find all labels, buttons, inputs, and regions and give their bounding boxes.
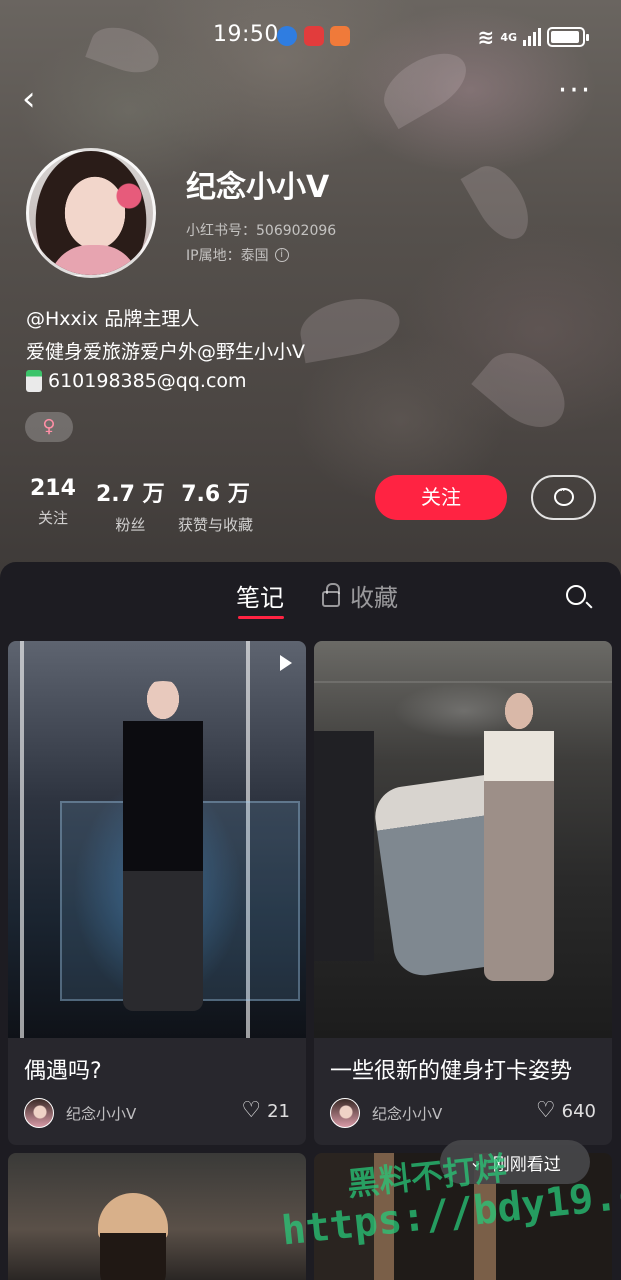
profile-id: 小红书号：506902096 [186, 223, 337, 239]
stat-value: 214 [30, 476, 76, 501]
tab-active-indicator [238, 616, 284, 619]
phone-icon [26, 370, 42, 392]
app-notification-icon [277, 26, 297, 46]
heart-icon: ♡ [535, 1098, 556, 1123]
lock-icon [322, 582, 340, 607]
ip-location-text: IP属地：泰国 [186, 248, 269, 264]
stat-likes-collects[interactable]: 7.6 万 获赞与收藏 [178, 476, 253, 535]
signal-icon [523, 28, 541, 46]
like-count: 640 [561, 1100, 596, 1122]
bio-line: 爱健身爱旅游爱户外@野生小小V [26, 341, 305, 363]
stat-following[interactable]: 214 关注 [30, 476, 76, 528]
search-icon[interactable] [566, 585, 586, 605]
tab-favorites-label: 收藏 [350, 584, 398, 612]
bio-email: 610198385@qq.com [48, 370, 247, 392]
recently-viewed-button[interactable]: ⌄ 刚刚看过 [440, 1140, 590, 1184]
note-cover-image [8, 641, 306, 1038]
profile-name: 纪念小小V [186, 170, 330, 205]
stat-value: 2.7 万 [96, 482, 165, 507]
author-name: 纪念小小V [372, 1104, 443, 1123]
info-icon[interactable]: i [274, 248, 289, 262]
note-author[interactable]: 纪念小小V [330, 1098, 442, 1128]
avatar[interactable] [26, 148, 156, 278]
more-icon: ··· [557, 73, 593, 108]
note-card[interactable] [8, 1153, 306, 1280]
stat-label: 关注 [37, 509, 68, 527]
author-avatar [330, 1098, 360, 1128]
recently-viewed-label: 刚刚看过 [492, 1154, 561, 1175]
stat-label: 粉丝 [115, 516, 146, 534]
status-time: 19:50 [213, 22, 279, 47]
follow-button[interactable]: 关注 [375, 475, 507, 520]
chevron-left-icon: ‹ [22, 79, 36, 119]
app-notification-icon [304, 26, 324, 46]
battery-icon [547, 27, 589, 47]
message-button[interactable] [531, 475, 596, 520]
gender-tag: ♀ [25, 412, 73, 442]
heart-icon: ♡ [241, 1098, 262, 1123]
network-type: 4G [500, 30, 517, 44]
stat-followers[interactable]: 2.7 万 粉丝 [96, 476, 165, 535]
status-bar: 19:50 ≋ 4G [0, 22, 621, 52]
tab-notes[interactable]: 笔记 [236, 578, 284, 613]
author-avatar [24, 1098, 54, 1128]
back-button[interactable]: ‹ [22, 82, 58, 118]
more-options-button[interactable]: ··· [555, 76, 595, 114]
chevron-down-icon: ⌄ [469, 1152, 483, 1171]
note-title: 偶遇吗? [24, 1059, 102, 1084]
video-play-icon [280, 655, 292, 671]
note-cover-image [314, 641, 612, 1038]
author-name: 纪念小小V [66, 1104, 137, 1123]
like-count: 21 [267, 1100, 290, 1122]
ip-location: IP属地：泰国 i [186, 245, 289, 265]
like-button[interactable]: ♡ 640 [536, 1100, 596, 1122]
bio-line: @Hxxix 品牌主理人 [26, 308, 200, 330]
stat-value: 7.6 万 [181, 482, 250, 507]
like-button[interactable]: ♡ 21 [241, 1100, 290, 1122]
wifi-icon: ≋ [477, 25, 495, 49]
tab-favorites[interactable]: 收藏 [322, 578, 398, 613]
app-notification-icon [330, 26, 350, 46]
note-title: 一些很新的健身打卡姿势 [330, 1059, 573, 1084]
note-author[interactable]: 纪念小小V [24, 1098, 136, 1128]
stat-label: 获赞与收藏 [178, 516, 254, 534]
note-card[interactable]: 一些很新的健身打卡姿势 纪念小小V ♡ 640 [314, 641, 612, 1145]
profile-header-background [0, 0, 621, 580]
chat-icon [554, 484, 574, 506]
bio-line: 610198385@qq.com [26, 370, 247, 392]
note-card[interactable]: 偶遇吗? 纪念小小V ♡ 21 [8, 641, 306, 1145]
